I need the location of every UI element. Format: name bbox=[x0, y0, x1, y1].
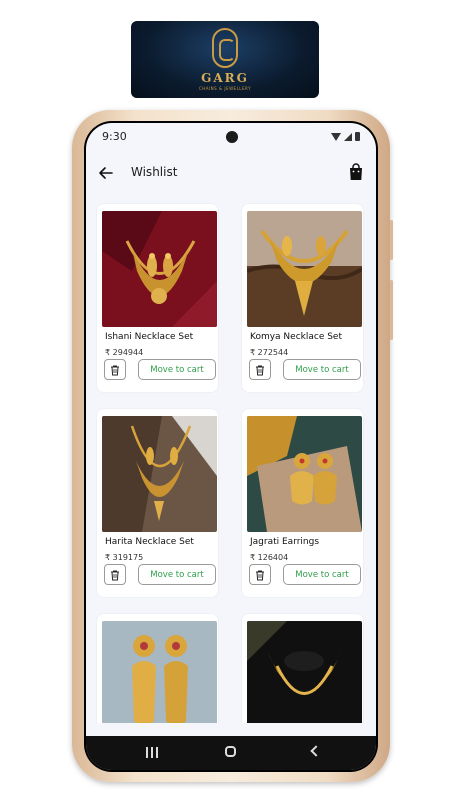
trash-icon bbox=[256, 365, 264, 375]
product-image[interactable] bbox=[102, 416, 217, 532]
front-camera bbox=[226, 131, 238, 143]
remove-button[interactable] bbox=[249, 359, 271, 380]
wishlist-card[interactable]: Ishani Necklace Set ₹ 294944 Move to car… bbox=[96, 203, 219, 393]
brand-name: GARG bbox=[201, 71, 249, 85]
product-name: Harita Necklace Set bbox=[105, 537, 194, 547]
move-to-cart-button[interactable]: Move to cart bbox=[138, 359, 216, 380]
move-to-cart-button[interactable]: Move to cart bbox=[138, 564, 216, 585]
trash-icon bbox=[256, 570, 264, 580]
wishlist-card[interactable] bbox=[241, 613, 364, 723]
volume-button bbox=[390, 220, 393, 260]
power-button bbox=[390, 280, 393, 340]
signal-icon bbox=[344, 132, 352, 141]
status-bar: 9:30 bbox=[86, 123, 376, 153]
brand-logo: GARG CHAINS & JEWELLERY bbox=[131, 21, 319, 98]
page-title: Wishlist bbox=[131, 165, 178, 179]
wishlist-card[interactable] bbox=[96, 613, 219, 723]
product-image[interactable] bbox=[247, 621, 362, 723]
remove-button[interactable] bbox=[104, 564, 126, 585]
product-price: ₹ 294944 bbox=[105, 348, 144, 357]
remove-button[interactable] bbox=[104, 359, 126, 380]
product-image[interactable] bbox=[102, 621, 217, 723]
shopping-bag-icon[interactable] bbox=[348, 163, 364, 181]
logo-monogram-icon bbox=[212, 28, 238, 68]
product-name: Ishani Necklace Set bbox=[105, 332, 194, 342]
phone-screen: 9:30 Wishlist Ishani Necklace Set ₹ 2949… bbox=[84, 121, 378, 772]
trash-icon bbox=[111, 570, 119, 580]
product-price: ₹ 319175 bbox=[105, 553, 144, 562]
move-to-cart-button[interactable]: Move to cart bbox=[283, 359, 361, 380]
battery-icon bbox=[355, 132, 360, 141]
wishlist-card[interactable]: Harita Necklace Set ₹ 319175 Move to car… bbox=[96, 408, 219, 598]
status-icons bbox=[331, 132, 360, 141]
home-icon[interactable] bbox=[225, 746, 236, 757]
remove-button[interactable] bbox=[249, 564, 271, 585]
wifi-icon bbox=[331, 132, 341, 141]
trash-icon bbox=[111, 365, 119, 375]
product-name: Jagrati Earrings bbox=[250, 537, 320, 547]
status-time: 9:30 bbox=[102, 130, 127, 143]
back-arrow-icon[interactable] bbox=[96, 163, 116, 183]
product-image[interactable] bbox=[102, 211, 217, 327]
product-price: ₹ 272544 bbox=[250, 348, 289, 357]
product-name: Komya Necklace Set bbox=[250, 332, 342, 342]
wishlist-card[interactable]: Jagrati Earrings ₹ 126404 Move to cart bbox=[241, 408, 364, 598]
wishlist-grid: Ishani Necklace Set ₹ 294944 Move to car… bbox=[96, 203, 366, 723]
product-price: ₹ 126404 bbox=[250, 553, 289, 562]
app-screen: 9:30 Wishlist Ishani Necklace Set ₹ 2949… bbox=[86, 123, 376, 770]
product-image[interactable] bbox=[247, 416, 362, 532]
brand-tagline: CHAINS & JEWELLERY bbox=[198, 86, 252, 91]
system-nav-bar bbox=[86, 736, 376, 770]
app-header: Wishlist bbox=[86, 153, 376, 193]
wishlist-card[interactable]: Komya Necklace Set ₹ 272544 Move to cart bbox=[241, 203, 364, 393]
move-to-cart-button[interactable]: Move to cart bbox=[283, 564, 361, 585]
product-image[interactable] bbox=[247, 211, 362, 327]
phone-frame: 9:30 Wishlist Ishani Necklace Set ₹ 2949… bbox=[72, 110, 393, 782]
recent-apps-icon[interactable] bbox=[146, 747, 158, 758]
nav-back-icon[interactable] bbox=[310, 745, 322, 757]
